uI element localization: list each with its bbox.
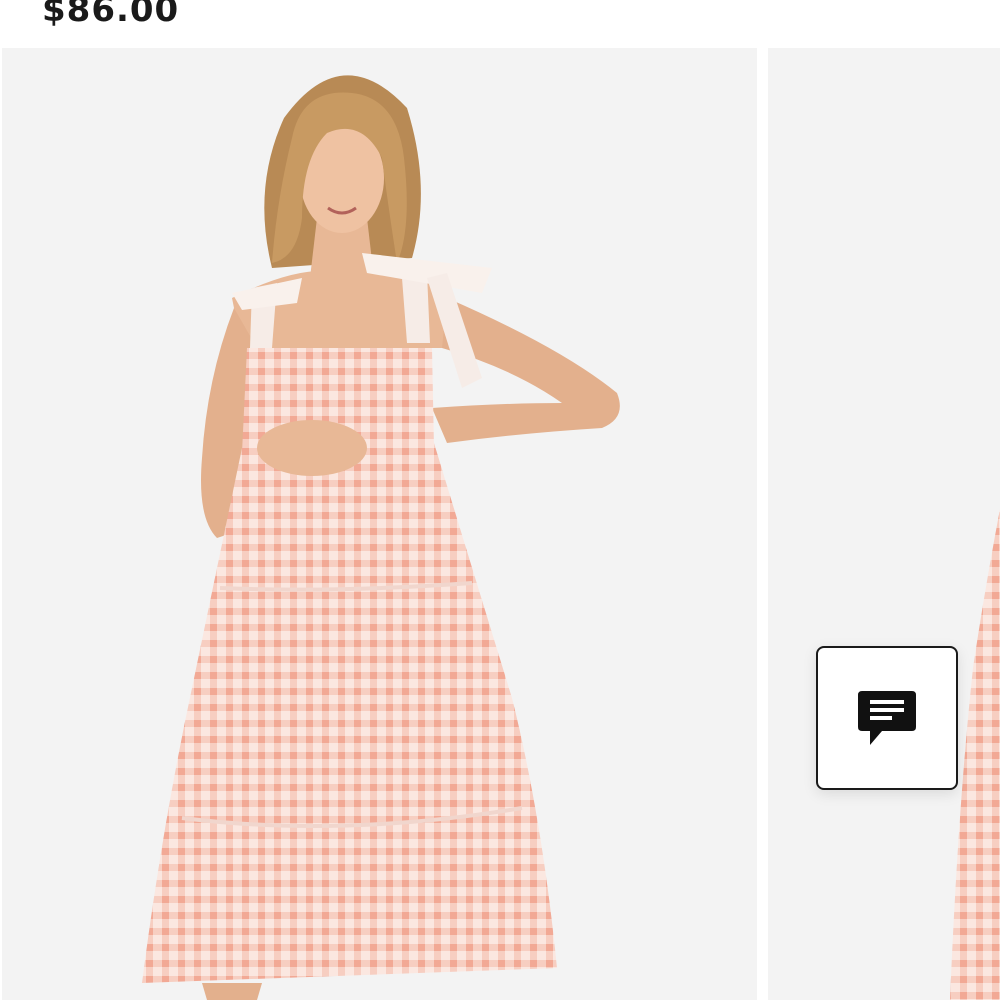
chat-icon [858,691,916,745]
dress-side-illustration [950,509,1000,1000]
dress-model-illustration [142,75,620,1000]
chat-button[interactable] [816,646,958,790]
product-price: $86.00 [42,0,180,30]
product-image-gallery[interactable] [0,48,1000,1000]
product-image-main[interactable] [2,48,757,1000]
product-image-secondary[interactable] [768,48,1000,1000]
